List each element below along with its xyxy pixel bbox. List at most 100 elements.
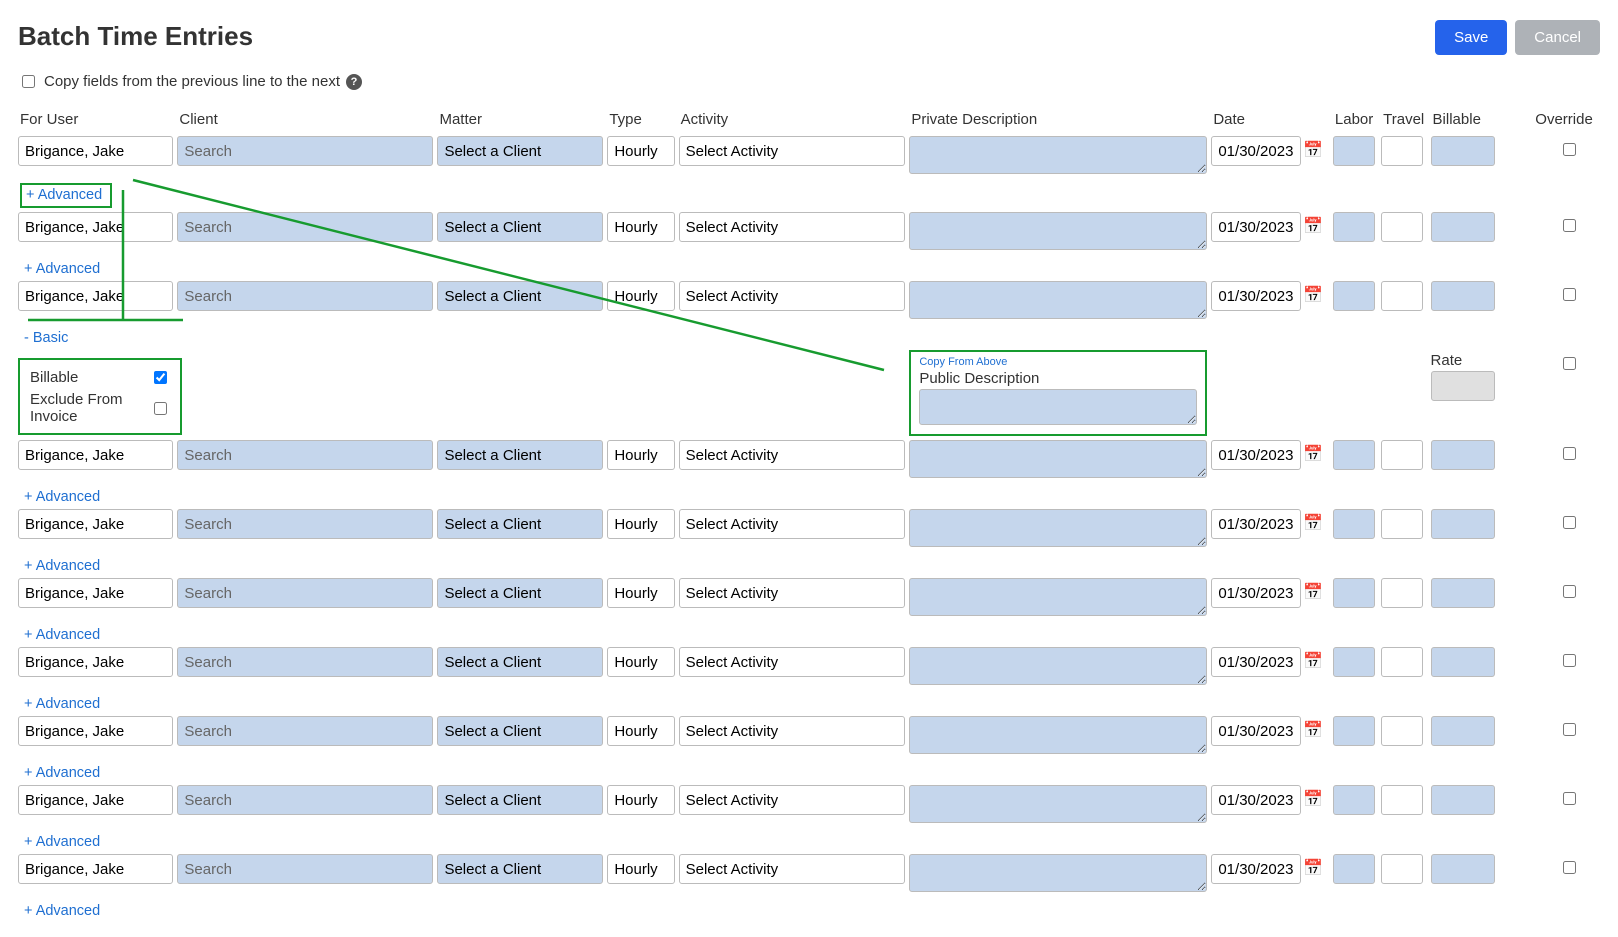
- advanced-toggle[interactable]: + Advanced: [18, 485, 100, 505]
- travel-input[interactable]: [1381, 212, 1423, 242]
- exclude-invoice-checkbox[interactable]: [154, 402, 167, 415]
- private-description[interactable]: [909, 578, 1207, 616]
- user-input[interactable]: [18, 509, 173, 539]
- travel-input[interactable]: [1381, 578, 1423, 608]
- activity-select[interactable]: [679, 440, 906, 470]
- travel-input[interactable]: [1381, 136, 1423, 166]
- user-input[interactable]: [18, 440, 173, 470]
- client-search[interactable]: [177, 854, 433, 884]
- client-search[interactable]: [177, 785, 433, 815]
- labor-input[interactable]: [1333, 785, 1375, 815]
- client-search[interactable]: [177, 578, 433, 608]
- labor-input[interactable]: [1333, 509, 1375, 539]
- private-description[interactable]: [909, 647, 1207, 685]
- labor-input[interactable]: [1333, 136, 1375, 166]
- travel-input[interactable]: [1381, 647, 1423, 677]
- calendar-icon[interactable]: 📅: [1303, 516, 1323, 532]
- override-checkbox[interactable]: [1563, 357, 1576, 370]
- travel-input[interactable]: [1381, 509, 1423, 539]
- matter-select[interactable]: [437, 136, 603, 166]
- user-input[interactable]: [18, 578, 173, 608]
- calendar-icon[interactable]: 📅: [1303, 447, 1323, 463]
- advanced-toggle[interactable]: + Advanced: [18, 257, 100, 277]
- calendar-icon[interactable]: 📅: [1303, 861, 1323, 877]
- travel-input[interactable]: [1381, 440, 1423, 470]
- billable-input[interactable]: [1431, 136, 1495, 166]
- client-search[interactable]: [177, 281, 433, 311]
- billable-input[interactable]: [1431, 785, 1495, 815]
- matter-select[interactable]: [437, 854, 603, 884]
- activity-select[interactable]: [679, 647, 906, 677]
- travel-input[interactable]: [1381, 716, 1423, 746]
- private-description[interactable]: [909, 136, 1207, 174]
- date-input[interactable]: [1211, 281, 1301, 311]
- billable-input[interactable]: [1431, 440, 1495, 470]
- advanced-toggle[interactable]: + Advanced: [18, 554, 100, 574]
- calendar-icon[interactable]: 📅: [1303, 585, 1323, 601]
- calendar-icon[interactable]: 📅: [1303, 143, 1323, 159]
- date-input[interactable]: [1211, 440, 1301, 470]
- override-checkbox[interactable]: [1563, 219, 1576, 232]
- date-input[interactable]: [1211, 578, 1301, 608]
- activity-select[interactable]: [679, 716, 906, 746]
- type-input[interactable]: [607, 785, 674, 815]
- type-input[interactable]: [607, 136, 674, 166]
- copy-fields-checkbox[interactable]: [22, 75, 35, 88]
- matter-select[interactable]: [437, 509, 603, 539]
- rate-input[interactable]: [1431, 371, 1495, 401]
- client-search[interactable]: [177, 647, 433, 677]
- user-input[interactable]: [18, 647, 173, 677]
- private-description[interactable]: [909, 509, 1207, 547]
- override-checkbox[interactable]: [1563, 288, 1576, 301]
- labor-input[interactable]: [1333, 578, 1375, 608]
- private-description[interactable]: [909, 212, 1207, 250]
- matter-select[interactable]: [437, 281, 603, 311]
- matter-select[interactable]: [437, 440, 603, 470]
- billable-input[interactable]: [1431, 281, 1495, 311]
- help-icon[interactable]: ?: [346, 74, 362, 90]
- labor-input[interactable]: [1333, 647, 1375, 677]
- user-input[interactable]: [18, 281, 173, 311]
- type-input[interactable]: [607, 716, 674, 746]
- type-input[interactable]: [607, 212, 674, 242]
- activity-select[interactable]: [679, 785, 906, 815]
- user-input[interactable]: [18, 136, 173, 166]
- override-checkbox[interactable]: [1563, 585, 1576, 598]
- activity-select[interactable]: [679, 578, 906, 608]
- travel-input[interactable]: [1381, 281, 1423, 311]
- cancel-button[interactable]: Cancel: [1515, 20, 1600, 55]
- date-input[interactable]: [1211, 212, 1301, 242]
- private-description[interactable]: [909, 854, 1207, 892]
- advanced-toggle[interactable]: + Advanced: [18, 761, 100, 781]
- type-input[interactable]: [607, 281, 674, 311]
- labor-input[interactable]: [1333, 440, 1375, 470]
- advanced-toggle[interactable]: + Advanced: [18, 830, 100, 850]
- activity-select[interactable]: [679, 136, 906, 166]
- type-input[interactable]: [607, 509, 674, 539]
- labor-input[interactable]: [1333, 854, 1375, 884]
- save-button[interactable]: Save: [1435, 20, 1507, 55]
- billable-input[interactable]: [1431, 854, 1495, 884]
- billable-input[interactable]: [1431, 578, 1495, 608]
- labor-input[interactable]: [1333, 281, 1375, 311]
- travel-input[interactable]: [1381, 854, 1423, 884]
- private-description[interactable]: [909, 440, 1207, 478]
- advanced-toggle[interactable]: + Advanced: [18, 899, 100, 919]
- calendar-icon[interactable]: 📅: [1303, 219, 1323, 235]
- type-input[interactable]: [607, 647, 674, 677]
- date-input[interactable]: [1211, 509, 1301, 539]
- client-search[interactable]: [177, 716, 433, 746]
- matter-select[interactable]: [437, 785, 603, 815]
- override-checkbox[interactable]: [1563, 654, 1576, 667]
- calendar-icon[interactable]: 📅: [1303, 288, 1323, 304]
- user-input[interactable]: [18, 716, 173, 746]
- labor-input[interactable]: [1333, 716, 1375, 746]
- override-checkbox[interactable]: [1563, 447, 1576, 460]
- user-input[interactable]: [18, 854, 173, 884]
- override-checkbox[interactable]: [1563, 723, 1576, 736]
- type-input[interactable]: [607, 440, 674, 470]
- type-input[interactable]: [607, 854, 674, 884]
- date-input[interactable]: [1211, 854, 1301, 884]
- client-search[interactable]: [177, 440, 433, 470]
- basic-toggle[interactable]: - Basic: [18, 326, 68, 346]
